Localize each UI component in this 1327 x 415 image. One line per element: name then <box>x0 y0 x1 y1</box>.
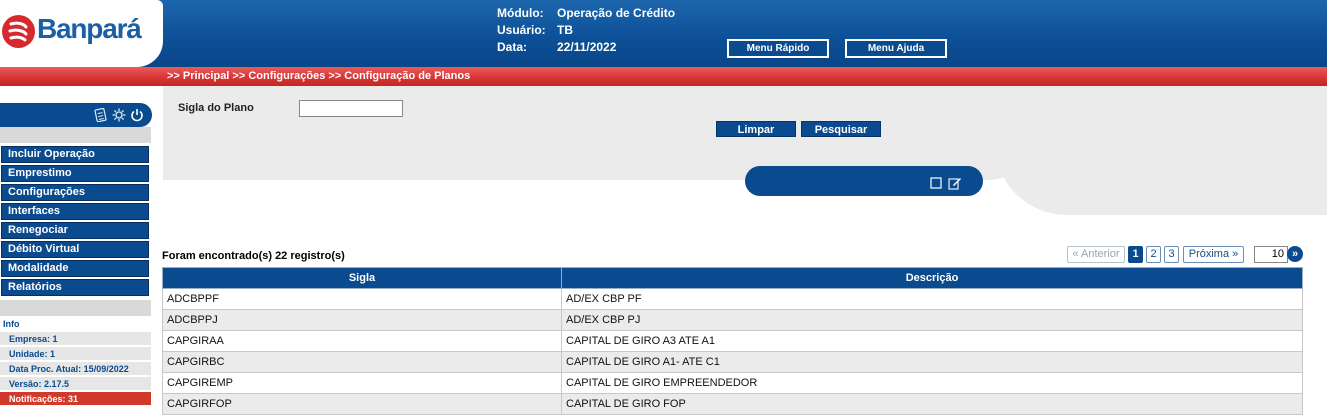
pager-prev-button[interactable]: « Anterior <box>1067 246 1125 263</box>
app-header: Banpará Módulo: Operação de Crédito Usuá… <box>0 0 1327 67</box>
column-header-sigla[interactable]: Sigla <box>162 267 562 289</box>
info-versao: Versão: 2.17.5 <box>0 377 151 391</box>
cell-sigla: CAPGIRBC <box>162 351 562 373</box>
search-panel-right-curve <box>995 86 1327 215</box>
sidebar-item-renegociar[interactable]: Renegociar <box>0 221 151 240</box>
modulo-label: Módulo: <box>497 6 544 20</box>
pager-next-button[interactable]: Próxima » <box>1183 246 1244 263</box>
cell-sigla: ADCBPPJ <box>162 309 562 331</box>
cell-descricao: CAPITAL DE GIRO EMPREENDEDOR <box>561 372 1303 394</box>
menu-rapido-button[interactable]: Menu Rápido <box>727 39 829 58</box>
pesquisar-button[interactable]: Pesquisar <box>801 121 881 137</box>
breadcrumb-bar: >> Principal >> Configurações >> Configu… <box>0 67 1327 86</box>
sidebar-menu: Incluir Operação Emprestimo Configuraçõe… <box>0 145 151 297</box>
calculator-icon[interactable] <box>94 108 108 122</box>
cell-descricao: AD/EX CBP PJ <box>561 309 1303 331</box>
table-row[interactable]: ADCBPPJ AD/EX CBP PJ <box>162 309 1303 331</box>
info-title: Info <box>3 319 20 329</box>
sidebar-item-debito-virtual[interactable]: Débito Virtual <box>0 240 151 259</box>
cell-descricao: CAPITAL DE GIRO A1- ATE C1 <box>561 351 1303 373</box>
table-row[interactable]: CAPGIRBC CAPITAL DE GIRO A1- ATE C1 <box>162 351 1303 373</box>
info-unidade: Unidade: 1 <box>0 347 151 361</box>
sidebar-item-relatorios[interactable]: Relatórios <box>0 278 151 297</box>
table-row[interactable]: ADCBPPF AD/EX CBP PF <box>162 288 1303 310</box>
logo-text: Banpará <box>37 13 142 44</box>
menu-ajuda-button[interactable]: Menu Ajuda <box>845 39 947 58</box>
cell-sigla: CAPGIRFOP <box>162 393 562 415</box>
results-count: Foram encontrado(s) 22 registro(s) <box>162 250 345 262</box>
cell-descricao: CAPITAL DE GIRO A3 ATE A1 <box>561 330 1303 352</box>
sidebar-item-incluir-operacao[interactable]: Incluir Operação <box>0 145 151 164</box>
data-label: Data: <box>497 40 528 54</box>
sidebar-spacer-2 <box>0 300 151 316</box>
column-header-descricao[interactable]: Descrição <box>561 267 1303 289</box>
cell-descricao: AD/EX CBP PF <box>561 288 1303 310</box>
info-notificacoes[interactable]: Notificações: 31 <box>0 392 151 406</box>
sigla-plano-input[interactable] <box>299 100 403 117</box>
sidebar-toolbar <box>0 103 152 127</box>
table-row[interactable]: CAPGIRFOP CAPITAL DE GIRO FOP <box>162 393 1303 415</box>
toolbar-pill <box>745 166 983 196</box>
table-row[interactable]: CAPGIRAA CAPITAL DE GIRO A3 ATE A1 <box>162 330 1303 352</box>
checkbox-icon[interactable] <box>930 177 942 189</box>
sidebar-item-interfaces[interactable]: Interfaces <box>0 202 151 221</box>
data-value: 22/11/2022 <box>557 40 617 54</box>
limpar-button[interactable]: Limpar <box>716 121 796 137</box>
cell-sigla: CAPGIREMP <box>162 372 562 394</box>
results-table: Sigla Descrição ADCBPPF AD/EX CBP PF ADC… <box>162 267 1303 415</box>
info-empresa: Empresa: 1 <box>0 332 151 346</box>
usuario-label: Usuário: <box>497 23 546 37</box>
edit-icon[interactable] <box>948 176 962 190</box>
pager-page-2[interactable]: 2 <box>1146 246 1161 263</box>
sidebar-item-configuracoes[interactable]: Configurações <box>0 183 151 202</box>
info-data-proc: Data Proc. Atual: 15/09/2022 <box>0 362 151 376</box>
sidebar-spacer <box>0 127 151 143</box>
cell-descricao: CAPITAL DE GIRO FOP <box>561 393 1303 415</box>
cell-sigla: ADCBPPF <box>162 288 562 310</box>
sidebar-item-emprestimo[interactable]: Emprestimo <box>0 164 151 183</box>
logo: Banpará <box>0 0 163 67</box>
cell-sigla: CAPGIRAA <box>162 330 562 352</box>
usuario-value: TB <box>557 23 573 37</box>
sigla-plano-label: Sigla do Plano <box>178 102 254 114</box>
table-row[interactable]: CAPGIREMP CAPITAL DE GIRO EMPREENDEDOR <box>162 372 1303 394</box>
gear-icon[interactable] <box>112 108 126 122</box>
banpara-logo-icon <box>2 15 35 48</box>
page-size-input[interactable]: 10 <box>1254 246 1288 263</box>
page-size-go-icon[interactable]: » <box>1287 246 1303 262</box>
pager-page-3[interactable]: 3 <box>1164 246 1179 263</box>
breadcrumb[interactable]: >> Principal >> Configurações >> Configu… <box>167 70 470 82</box>
modulo-value: Operação de Crédito <box>557 6 676 20</box>
pager-page-1[interactable]: 1 <box>1128 246 1143 263</box>
sidebar-item-modalidade[interactable]: Modalidade <box>0 259 151 278</box>
power-icon[interactable] <box>130 108 144 122</box>
